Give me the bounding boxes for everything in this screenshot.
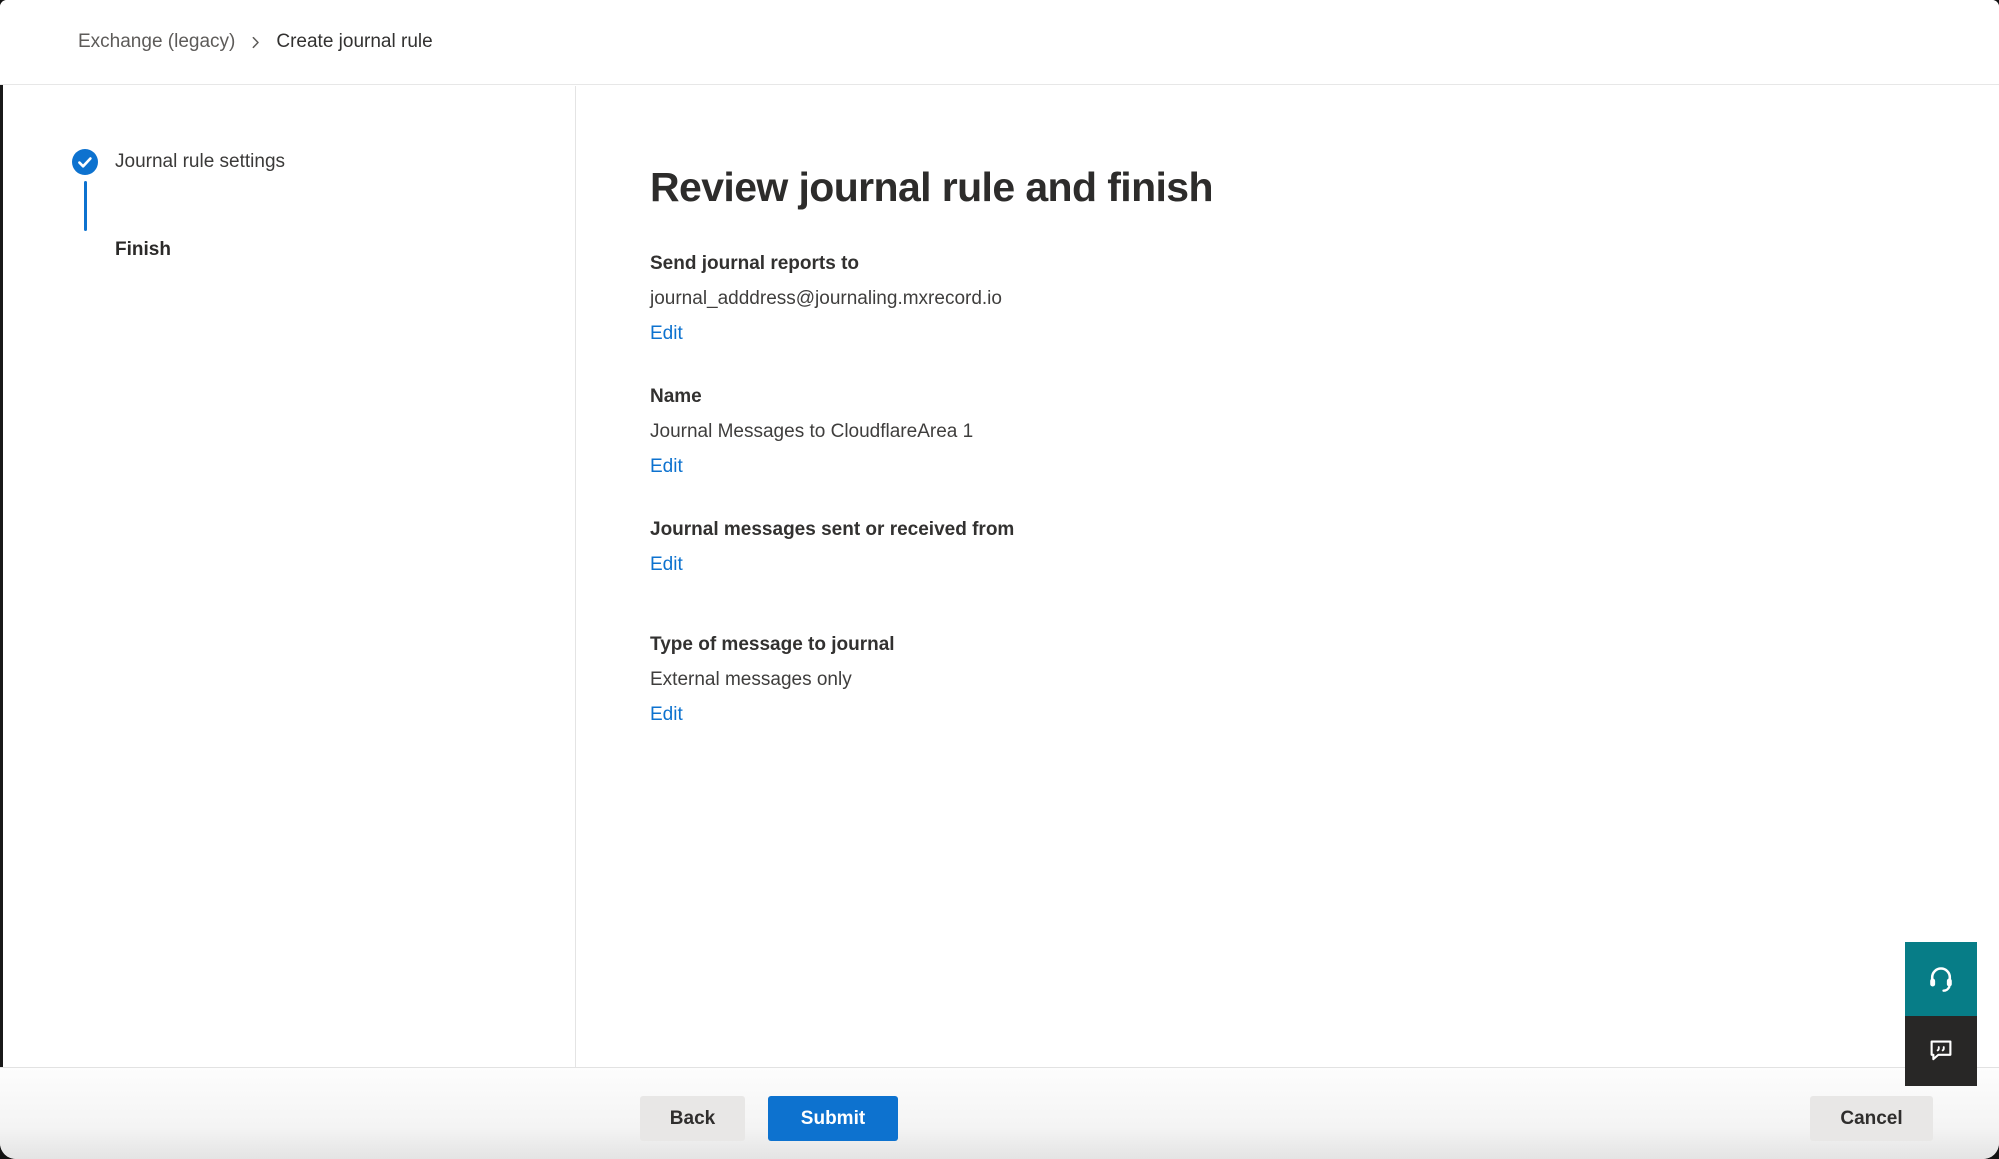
breadcrumb-link-exchange-legacy[interactable]: Exchange (legacy) <box>78 31 235 53</box>
edit-link[interactable]: Edit <box>650 321 683 347</box>
breadcrumb-current: Create journal rule <box>276 31 432 53</box>
review-section-journal-scope: Journal messages sent or received from E… <box>650 517 1939 578</box>
cancel-button[interactable]: Cancel <box>1810 1096 1933 1141</box>
section-label: Name <box>650 384 1939 410</box>
wizard-step-label: Journal rule settings <box>115 151 285 173</box>
wizard-step-finish[interactable]: Finish <box>72 237 575 263</box>
create-journal-rule-page: Exchange (legacy) Create journal rule Jo… <box>0 0 1999 1159</box>
step-current-dot-icon <box>72 237 98 263</box>
section-label: Journal messages sent or received from <box>650 517 1939 543</box>
section-label: Send journal reports to <box>650 251 1939 277</box>
section-value: journal_adddress@journaling.mxrecord.io <box>650 286 1939 312</box>
chevron-right-icon <box>249 36 262 49</box>
footer-action-bar: Back Submit Cancel <box>0 1067 1999 1159</box>
review-panel: Review journal rule and finish Send jour… <box>576 86 1999 1067</box>
section-value: Journal Messages to CloudflareArea 1 <box>650 419 1939 445</box>
feedback-button[interactable] <box>1905 1016 1977 1086</box>
wizard-step-label: Finish <box>115 239 171 261</box>
step-connector-line <box>84 181 87 231</box>
edit-link[interactable]: Edit <box>650 454 683 480</box>
back-button[interactable]: Back <box>640 1096 745 1141</box>
edit-link[interactable]: Edit <box>650 552 683 578</box>
page-title: Review journal rule and finish <box>650 161 1939 213</box>
step-completed-check-icon <box>72 149 98 175</box>
submit-button[interactable]: Submit <box>768 1096 898 1141</box>
feedback-icon <box>1926 1035 1956 1068</box>
breadcrumb: Exchange (legacy) Create journal rule <box>78 31 433 53</box>
page-header: Exchange (legacy) Create journal rule <box>0 0 1999 85</box>
review-section-send-reports-to: Send journal reports to journal_adddress… <box>650 251 1939 347</box>
review-section-name: Name Journal Messages to CloudflareArea … <box>650 384 1939 480</box>
edit-link[interactable]: Edit <box>650 702 683 728</box>
left-edge-strip <box>0 85 3 1067</box>
review-section-message-type: Type of message to journal External mess… <box>650 632 1939 728</box>
help-support-button[interactable] <box>1905 942 1977 1016</box>
section-label: Type of message to journal <box>650 632 1939 658</box>
headset-icon <box>1925 962 1957 997</box>
section-value: External messages only <box>650 667 1939 693</box>
support-widget <box>1905 942 1977 1086</box>
content-row: Journal rule settings Finish Review jour… <box>0 86 1999 1067</box>
wizard-steps-sidebar: Journal rule settings Finish <box>0 86 576 1067</box>
wizard-step-journal-rule-settings[interactable]: Journal rule settings <box>72 149 575 175</box>
